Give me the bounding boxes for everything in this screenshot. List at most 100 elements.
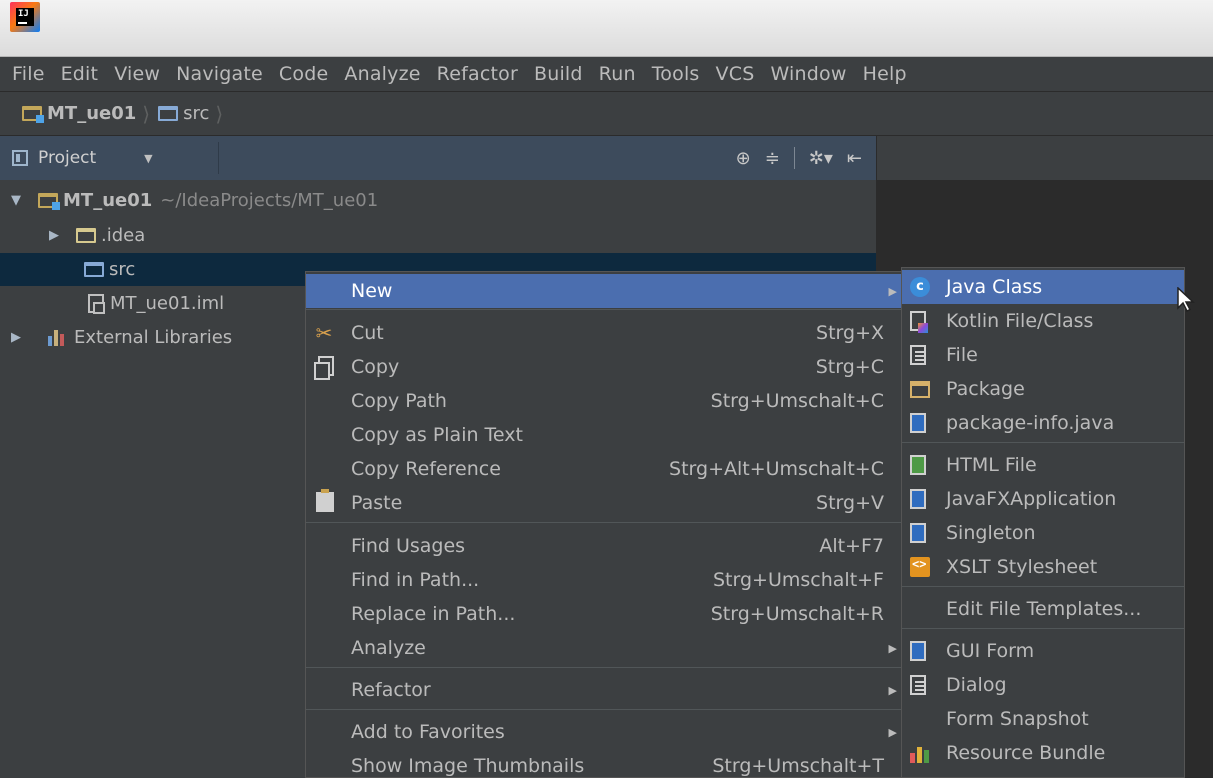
menu-code[interactable]: Code bbox=[279, 63, 328, 85]
menu-item-add-to-favorites[interactable]: Add to Favorites ▶ bbox=[306, 715, 901, 749]
menu-refactor[interactable]: Refactor bbox=[437, 63, 518, 85]
menu-item-copy-reference[interactable]: Copy Reference Strg+Alt+Umschalt+C bbox=[306, 452, 901, 486]
submenu-item-resource-bundle[interactable]: Resource Bundle bbox=[902, 736, 1184, 770]
submenu-item-javafx[interactable]: JavaFXApplication bbox=[902, 482, 1184, 516]
file-icon bbox=[910, 345, 926, 365]
tree-node-root[interactable]: ▼ MT_ue01 ~/IdeaProjects/MT_ue01 bbox=[0, 184, 876, 217]
menu-analyze[interactable]: Analyze bbox=[344, 63, 420, 85]
menu-item-refactor[interactable]: Refactor ▶ bbox=[306, 673, 901, 707]
tree-node-path: ~/IdeaProjects/MT_ue01 bbox=[160, 190, 379, 211]
menu-item-paste[interactable]: Paste Strg+V bbox=[306, 486, 901, 520]
editor-tab-strip bbox=[876, 136, 1213, 180]
menu-item-cut[interactable]: ✂ Cut Strg+X bbox=[306, 316, 901, 350]
menu-item-replace-in-path[interactable]: Replace in Path... Strg+Umschalt+R bbox=[306, 597, 901, 631]
new-submenu: c Java Class Kotlin File/Class File Pack… bbox=[901, 267, 1185, 778]
submenu-arrow-icon: ▶ bbox=[888, 641, 897, 655]
module-folder-icon bbox=[22, 106, 44, 123]
menu-item-label: Refactor bbox=[351, 679, 431, 701]
library-icon bbox=[48, 329, 68, 346]
submenu-item-file[interactable]: File bbox=[902, 338, 1184, 372]
folder-icon bbox=[76, 228, 96, 243]
project-view-selector[interactable]: Project bbox=[38, 148, 96, 168]
menu-item-shortcut: Strg+Umschalt+C bbox=[710, 390, 884, 412]
submenu-arrow-icon: ▶ bbox=[888, 683, 897, 697]
menu-item-label: Replace in Path... bbox=[351, 603, 516, 625]
submenu-item-java-class[interactable]: c Java Class bbox=[902, 270, 1184, 304]
html-file-icon bbox=[910, 455, 926, 475]
menu-window[interactable]: Window bbox=[770, 63, 846, 85]
menu-separator bbox=[902, 442, 1184, 443]
menu-view[interactable]: View bbox=[114, 63, 160, 85]
submenu-item-gui-form[interactable]: GUI Form bbox=[902, 634, 1184, 668]
collapse-all-icon[interactable]: ≑ bbox=[765, 148, 780, 169]
menu-separator bbox=[306, 522, 901, 523]
menu-item-label: package-info.java bbox=[946, 412, 1115, 434]
menu-item-new[interactable]: New ▶ bbox=[306, 274, 901, 308]
menu-item-shortcut: Strg+Umschalt+R bbox=[710, 603, 884, 625]
menu-tools[interactable]: Tools bbox=[652, 63, 700, 85]
collapse-arrow-icon[interactable]: ▶ bbox=[6, 330, 26, 345]
menu-item-shortcut: Strg+Umschalt+T bbox=[712, 755, 884, 777]
settings-gear-icon[interactable]: ✲▾ bbox=[809, 148, 833, 169]
menu-item-label: Package bbox=[946, 378, 1025, 400]
locate-icon[interactable]: ⊕ bbox=[736, 148, 751, 169]
menu-item-label: XSLT Stylesheet bbox=[946, 556, 1098, 578]
menu-item-label: GUI Form bbox=[946, 640, 1035, 662]
submenu-item-kotlin[interactable]: Kotlin File/Class bbox=[902, 304, 1184, 338]
submenu-arrow-icon: ▶ bbox=[888, 284, 897, 298]
hide-panel-icon[interactable]: ⇤ bbox=[847, 148, 862, 169]
tree-node-idea[interactable]: ▶ .idea bbox=[0, 219, 876, 252]
submenu-item-html-file[interactable]: HTML File bbox=[902, 448, 1184, 482]
tree-node-label: .idea bbox=[101, 225, 146, 246]
collapse-arrow-icon[interactable]: ▶ bbox=[44, 228, 64, 243]
menu-file[interactable]: File bbox=[12, 63, 45, 85]
submenu-item-package-info[interactable]: package-info.java bbox=[902, 406, 1184, 440]
menu-navigate[interactable]: Navigate bbox=[176, 63, 263, 85]
tree-node-label: External Libraries bbox=[74, 327, 233, 348]
submenu-item-singleton[interactable]: Singleton bbox=[902, 516, 1184, 550]
toolbar-divider bbox=[793, 147, 795, 169]
menu-item-label: Add to Favorites bbox=[351, 721, 505, 743]
menu-item-label: HTML File bbox=[946, 454, 1037, 476]
menu-build[interactable]: Build bbox=[534, 63, 583, 85]
menu-item-find-in-path[interactable]: Find in Path... Strg+Umschalt+F bbox=[306, 563, 901, 597]
breadcrumb-item-src[interactable]: src ⟩ bbox=[158, 102, 231, 126]
menu-item-find-usages[interactable]: Find Usages Alt+F7 bbox=[306, 529, 901, 563]
menu-item-analyze[interactable]: Analyze ▶ bbox=[306, 631, 901, 665]
menu-item-label: Show Image Thumbnails bbox=[351, 755, 585, 777]
menu-bar: File Edit View Navigate Code Analyze Ref… bbox=[0, 57, 1213, 92]
breadcrumb: MT_ue01 ⟩ src ⟩ bbox=[0, 92, 1213, 136]
menu-edit[interactable]: Edit bbox=[61, 63, 99, 85]
menu-item-label: Copy Reference bbox=[351, 458, 501, 480]
menu-separator bbox=[902, 586, 1184, 587]
submenu-item-xslt[interactable]: XSLT Stylesheet bbox=[902, 550, 1184, 584]
menu-separator bbox=[902, 628, 1184, 629]
tree-node-label: src bbox=[109, 259, 136, 280]
menu-run[interactable]: Run bbox=[599, 63, 636, 85]
submenu-item-package[interactable]: Package bbox=[902, 372, 1184, 406]
menu-item-show-image-thumbnails[interactable]: Show Image Thumbnails Strg+Umschalt+T bbox=[306, 749, 901, 777]
menu-vcs[interactable]: VCS bbox=[716, 63, 755, 85]
submenu-item-dialog[interactable]: Dialog bbox=[902, 668, 1184, 702]
menu-separator bbox=[306, 709, 901, 710]
menu-help[interactable]: Help bbox=[863, 63, 907, 85]
breadcrumb-separator-icon: ⟩ bbox=[215, 101, 224, 126]
menu-item-copy[interactable]: Copy Strg+C bbox=[306, 350, 901, 384]
module-folder-icon bbox=[38, 193, 60, 210]
chevron-down-icon[interactable]: ▼ bbox=[144, 152, 152, 165]
menu-separator bbox=[306, 667, 901, 668]
menu-item-label: Copy Path bbox=[351, 390, 447, 412]
menu-item-copy-path[interactable]: Copy Path Strg+Umschalt+C bbox=[306, 384, 901, 418]
submenu-item-edit-templates[interactable]: Edit File Templates... bbox=[902, 592, 1184, 626]
menu-item-shortcut: Strg+X bbox=[816, 322, 884, 344]
menu-item-copy-plain-text[interactable]: Copy as Plain Text bbox=[306, 418, 901, 452]
menu-item-shortcut: Strg+V bbox=[816, 492, 884, 514]
menu-item-label: JavaFXApplication bbox=[946, 488, 1117, 510]
menu-item-label: Form Snapshot bbox=[946, 708, 1089, 730]
breadcrumb-item-project[interactable]: MT_ue01 ⟩ bbox=[22, 102, 158, 126]
panel-toolbar: ⊕ ≑ ✲▾ ⇤ bbox=[736, 136, 862, 180]
gui-form-icon bbox=[910, 641, 926, 661]
submenu-item-form-snapshot[interactable]: Form Snapshot bbox=[902, 702, 1184, 736]
expand-arrow-icon[interactable]: ▼ bbox=[6, 193, 26, 208]
source-folder-icon bbox=[84, 262, 104, 277]
